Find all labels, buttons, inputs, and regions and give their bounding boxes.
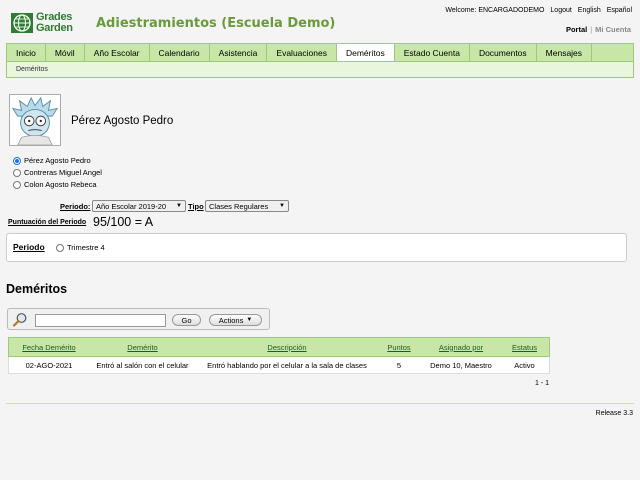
logo-line-2: Garden bbox=[36, 22, 73, 34]
tab-evaluaciones[interactable]: Evaluaciones bbox=[267, 44, 337, 61]
sub-nav: Deméritos bbox=[6, 62, 634, 78]
link-separator: | bbox=[590, 25, 593, 34]
column-estatus[interactable]: Estatus bbox=[502, 343, 547, 352]
welcome-text: Welcome: ENCARGADODEMO bbox=[445, 7, 545, 14]
tab-mensajes[interactable]: Mensajes bbox=[537, 44, 593, 61]
radio[interactable] bbox=[13, 180, 21, 189]
actions-button[interactable]: Actions ▼ bbox=[209, 314, 262, 326]
student-option-label: Colon Agosto Rebeca bbox=[24, 180, 97, 189]
tipo-select-value: Clases Regulares bbox=[209, 201, 269, 211]
demeritos-table: Fecha Demérito Demérito Descripción Punt… bbox=[8, 337, 550, 374]
grades-garden-logo[interactable]: Grades Garden bbox=[10, 11, 80, 35]
top-links: Welcome: ENCARGADODEMO Logout English Es… bbox=[441, 7, 632, 14]
tab-demeritos[interactable]: Deméritos bbox=[336, 44, 395, 61]
radio-selected[interactable] bbox=[13, 156, 21, 165]
cell-puntos: 5 bbox=[396, 360, 402, 370]
cell-estatus: Activo bbox=[514, 360, 535, 370]
student-name: Pérez Agosto Pedro bbox=[71, 115, 174, 127]
actions-button-label: Actions bbox=[218, 315, 244, 325]
chevron-down-icon: ▼ bbox=[176, 203, 182, 209]
student-option-label: Pérez Agosto Pedro bbox=[24, 156, 91, 165]
radio[interactable] bbox=[13, 168, 21, 177]
portal-link[interactable]: Portal bbox=[566, 25, 587, 34]
tab-movil[interactable]: Móvil bbox=[46, 44, 85, 61]
column-demerito[interactable]: Demérito bbox=[89, 343, 196, 352]
student-avatar-icon bbox=[10, 95, 60, 146]
tab-documentos[interactable]: Documentos bbox=[470, 44, 537, 61]
periodo-box-label: Periodo bbox=[13, 242, 45, 252]
column-asignado[interactable]: Asignado por bbox=[420, 343, 502, 352]
release-version: Release 3.3 bbox=[595, 410, 633, 417]
periodo-label: Periodo: bbox=[60, 202, 91, 211]
page-title: Adiestramientos (Escuela Demo) bbox=[96, 16, 336, 31]
trimestre-option[interactable]: Trimestre 4 bbox=[56, 243, 105, 252]
footer-divider bbox=[6, 403, 634, 404]
search-icon[interactable] bbox=[12, 312, 28, 328]
espanol-link[interactable]: Español bbox=[607, 7, 632, 14]
english-link[interactable]: English bbox=[578, 7, 601, 14]
table-row[interactable]: 02-AGO-2021 Entró al salón con el celula… bbox=[8, 357, 550, 374]
trimestre-label: Trimestre 4 bbox=[67, 243, 105, 252]
portal-links: Portal | Mi Cuenta bbox=[566, 25, 631, 34]
tab-calendario[interactable]: Calendario bbox=[150, 44, 210, 61]
radio[interactable] bbox=[56, 243, 64, 252]
tipo-label: Tipo bbox=[188, 202, 204, 211]
go-button[interactable]: Go bbox=[172, 314, 201, 326]
tab-ano-escolar[interactable]: Año Escolar bbox=[85, 44, 150, 61]
cell-fecha: 02-AGO-2021 bbox=[25, 360, 73, 370]
chevron-down-icon: ▼ bbox=[279, 203, 285, 209]
student-option-2[interactable]: Colon Agosto Rebeca bbox=[13, 180, 97, 189]
subnav-item-demeritos[interactable]: Deméritos bbox=[16, 66, 48, 73]
main-nav: Inicio Móvil Año Escolar Calendario Asis… bbox=[6, 43, 634, 62]
tipo-select[interactable]: Clases Regulares ▼ bbox=[205, 200, 289, 212]
chevron-down-icon: ▼ bbox=[246, 317, 253, 323]
student-option-0[interactable]: Pérez Agosto Pedro bbox=[13, 156, 91, 165]
tab-asistencia[interactable]: Asistencia bbox=[210, 44, 268, 61]
cell-demerito: Entró al salón con el celular bbox=[96, 360, 189, 370]
periodo-select-value: Año Escolar 2019-20 bbox=[96, 201, 167, 211]
column-fecha[interactable]: Fecha Demérito bbox=[9, 343, 89, 352]
avatar bbox=[9, 94, 61, 146]
pagination-info: 1 - 1 bbox=[535, 380, 550, 387]
column-puntos[interactable]: Puntos bbox=[378, 343, 420, 352]
mi-cuenta-link[interactable]: Mi Cuenta bbox=[595, 25, 631, 34]
tab-inicio[interactable]: Inicio bbox=[7, 44, 46, 61]
column-descripcion[interactable]: Descripción bbox=[196, 343, 378, 352]
score-value: 95/100 = A bbox=[93, 215, 154, 229]
section-title: Deméritos bbox=[6, 282, 68, 296]
student-option-1[interactable]: Contreras Miguel Angel bbox=[13, 168, 102, 177]
student-option-label: Contreras Miguel Angel bbox=[24, 168, 102, 177]
periodo-filter-box: Periodo Trimestre 4 bbox=[6, 233, 627, 262]
cell-descripcion: Entró hablando por el celular a la sala … bbox=[207, 360, 367, 370]
tab-estado-cuenta[interactable]: Estado Cuenta bbox=[395, 44, 470, 61]
globe-logo-icon bbox=[11, 13, 33, 33]
periodo-select[interactable]: Año Escolar 2019-20 ▼ bbox=[92, 200, 186, 212]
table-header: Fecha Demérito Demérito Descripción Punt… bbox=[8, 337, 550, 357]
cell-asignado: Demo 10, Maestro bbox=[430, 360, 492, 370]
logout-link[interactable]: Logout bbox=[550, 7, 571, 14]
score-label: Puntuación del Periodo bbox=[8, 219, 87, 226]
search-toolbar: Go Actions ▼ bbox=[7, 308, 270, 330]
search-input[interactable] bbox=[35, 314, 166, 327]
